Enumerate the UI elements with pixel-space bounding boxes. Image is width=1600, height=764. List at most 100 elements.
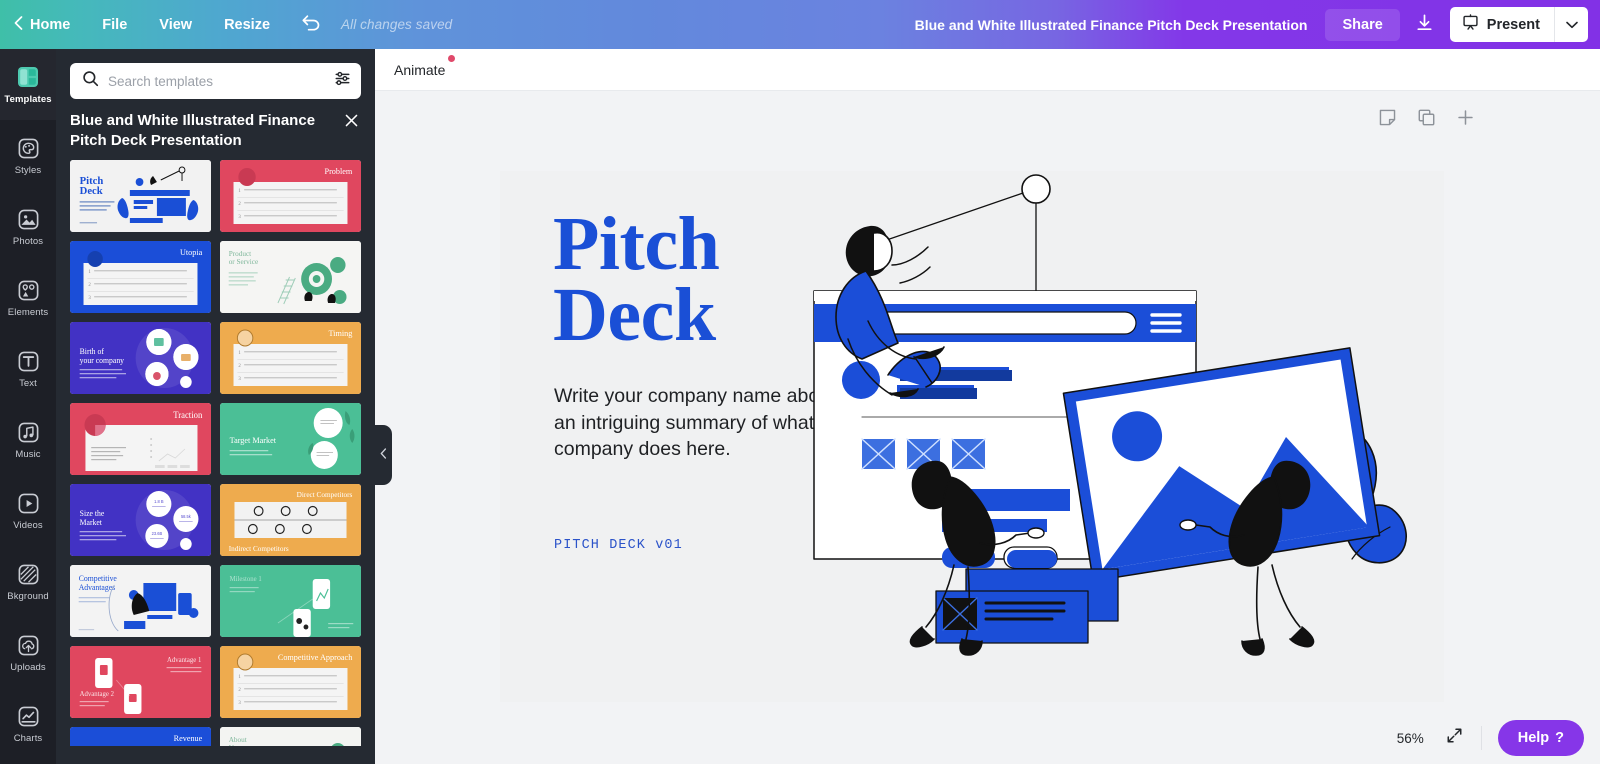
svg-text:Us: Us xyxy=(229,742,237,745)
rail-item-label: Styles xyxy=(14,164,42,176)
svg-text:or Service: or Service xyxy=(229,256,259,265)
slide-title[interactable]: Pitch Deck xyxy=(553,206,720,358)
svg-text:Problem: Problem xyxy=(325,166,353,175)
slide-illustration[interactable] xyxy=(804,171,1444,702)
search-input[interactable] xyxy=(108,73,325,89)
document-title[interactable]: Blue and White Illustrated Finance Pitch… xyxy=(897,17,1326,33)
zoom-level[interactable]: 56% xyxy=(1397,731,1424,746)
menu-file[interactable]: File xyxy=(86,0,143,49)
rail-item-styles[interactable]: Styles xyxy=(0,120,56,191)
template-thumbnail[interactable]: Pitch Deck xyxy=(70,159,211,232)
canvas-page-tools xyxy=(1378,108,1475,132)
chevron-down-icon xyxy=(1565,16,1578,34)
template-thumbnail[interactable]: Size the Market 1.8 B 58.5k 23.6B xyxy=(70,483,211,556)
slide-canvas-wrapper: Pitch Deck Write your company name above… xyxy=(500,171,1444,702)
rail-item-elements[interactable]: Elements xyxy=(0,262,56,333)
rail-item-uploads[interactable]: Uploads xyxy=(0,617,56,688)
svg-text:Size the: Size the xyxy=(80,508,105,517)
save-status: All changes saved xyxy=(341,17,453,32)
present-group: Present xyxy=(1449,7,1588,42)
svg-text:Utopia: Utopia xyxy=(180,247,203,256)
expand-fullscreen-button[interactable] xyxy=(1446,727,1463,749)
left-icon-rail: Templates Styles Photos Elements Text Music Vi… xyxy=(0,49,56,764)
template-thumbnail[interactable]: Milestone 1 xyxy=(220,564,361,637)
rail-item-label: Music xyxy=(15,448,41,460)
bottombar-divider xyxy=(1480,726,1482,750)
download-icon xyxy=(1415,13,1434,37)
svg-text:58.5k: 58.5k xyxy=(181,513,192,518)
slide-footer-text[interactable]: PITCH DECK v01 xyxy=(554,538,683,553)
panel-collapse-handle[interactable] xyxy=(375,425,392,485)
rail-item-photos[interactable]: Photos xyxy=(0,191,56,262)
template-thumbnail[interactable]: Competitive Approach 1 2 3 xyxy=(220,645,361,718)
template-thumbnail[interactable]: Problem 1 2 3 xyxy=(220,159,361,232)
share-button[interactable]: Share xyxy=(1325,8,1400,41)
template-thumbnail[interactable]: Product or Service xyxy=(220,240,361,313)
download-button[interactable] xyxy=(1408,8,1442,42)
add-page-button[interactable] xyxy=(1456,108,1475,132)
svg-text:Target Market: Target Market xyxy=(230,435,277,444)
rail-item-charts[interactable]: Charts xyxy=(0,688,56,759)
help-question-icon: ? xyxy=(1555,730,1564,746)
rail-item-music[interactable]: Music xyxy=(0,404,56,475)
template-thumbnail[interactable]: Revenue123 xyxy=(70,726,211,746)
photos-image-icon xyxy=(16,207,41,232)
add-page-icon xyxy=(1456,108,1475,132)
rail-item-label: Bkground xyxy=(7,590,49,602)
help-button[interactable]: Help ? xyxy=(1497,720,1584,756)
svg-text:Birth of: Birth of xyxy=(80,346,105,355)
menu-resize[interactable]: Resize xyxy=(208,0,286,49)
template-thumbnail[interactable]: AboutUs xyxy=(220,726,361,746)
menu-view-label: View xyxy=(159,16,193,33)
svg-text:Competitive Approach: Competitive Approach xyxy=(278,652,353,661)
rail-item-label: Uploads xyxy=(10,661,46,673)
slide-canvas[interactable]: Pitch Deck Write your company name above… xyxy=(500,171,1444,702)
template-thumbnail[interactable]: Utopia 1 2 3 xyxy=(70,240,211,313)
home-button[interactable]: Home xyxy=(0,0,86,49)
menu-resize-label: Resize xyxy=(224,16,271,33)
present-dropdown-button[interactable] xyxy=(1554,7,1588,42)
search-box[interactable] xyxy=(70,63,361,99)
svg-text:Direct Competitors: Direct Competitors xyxy=(297,489,353,498)
menu-view[interactable]: View xyxy=(143,0,208,49)
rail-item-label: Elements xyxy=(7,306,49,318)
animate-button[interactable]: Animate xyxy=(392,54,456,82)
background-hatch-icon xyxy=(16,562,41,587)
template-thumbnail[interactable]: Traction xyxy=(70,402,211,475)
svg-text:Milestone 1: Milestone 1 xyxy=(230,575,263,582)
top-navigation-bar: Home File View Resize All changes saved … xyxy=(0,0,1600,49)
svg-text:your company: your company xyxy=(80,355,124,364)
rail-item-label: Videos xyxy=(13,519,43,531)
panel-close-button[interactable] xyxy=(341,113,361,133)
present-screen-icon xyxy=(1462,14,1479,35)
svg-text:Market: Market xyxy=(80,517,103,526)
notes-button[interactable] xyxy=(1378,108,1397,132)
rail-item-templates[interactable]: Templates xyxy=(0,49,56,120)
rail-item-text[interactable]: Text xyxy=(0,333,56,404)
template-thumbnail[interactable]: Advantage 1 Advantage 2 xyxy=(70,645,211,718)
notes-icon xyxy=(1378,108,1397,132)
rail-item-bkground[interactable]: Bkground xyxy=(0,546,56,617)
filter-sliders-icon[interactable] xyxy=(334,70,351,92)
template-thumbnail[interactable]: Competitive Advantages xyxy=(70,564,211,637)
undo-button[interactable] xyxy=(286,0,335,49)
text-t-icon xyxy=(16,349,41,374)
template-thumbnail[interactable]: Birth ofyour company1.8 B58.5k23.6B xyxy=(70,321,211,394)
rail-item-logos[interactable]: Logos xyxy=(0,759,56,764)
svg-text:Deck: Deck xyxy=(80,184,103,196)
template-thumbnail[interactable]: Target Market xyxy=(220,402,361,475)
slide-title-line2: Deck xyxy=(553,273,716,358)
svg-text:Indirect Competitors: Indirect Competitors xyxy=(229,543,289,552)
templates-panel: Blue and White Illustrated Finance Pitch… xyxy=(56,49,375,764)
rail-item-videos[interactable]: Videos xyxy=(0,475,56,546)
svg-text:Timing: Timing xyxy=(328,328,353,337)
templates-icon xyxy=(16,65,41,90)
rail-item-label: Templates xyxy=(4,93,52,105)
animate-toolbar: Animate xyxy=(375,49,1600,91)
duplicate-page-button[interactable] xyxy=(1417,108,1436,132)
template-thumbnail[interactable]: Direct Competitors Indirect Competitors xyxy=(220,483,361,556)
duplicate-page-icon xyxy=(1417,108,1436,132)
top-left-menus: Home File View Resize All changes saved xyxy=(0,0,452,49)
present-button[interactable]: Present xyxy=(1450,7,1554,42)
template-thumbnail[interactable]: Timing 1 2 3 xyxy=(220,321,361,394)
